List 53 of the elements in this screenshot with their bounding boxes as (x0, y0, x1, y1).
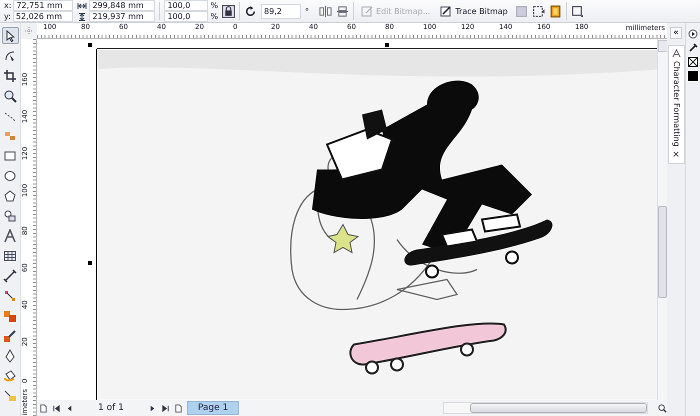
edit-bitmap-icon (361, 5, 374, 17)
first-page-icon[interactable] (52, 404, 61, 412)
bounding-box-icon[interactable] (532, 4, 545, 18)
y-label: y: (4, 12, 11, 21)
docker-tab-label: Character Formatting (671, 61, 682, 147)
scale-y-field[interactable]: 100,0 (164, 11, 208, 22)
selection-handle[interactable] (88, 43, 92, 47)
vertical-scrollbar[interactable] (657, 39, 667, 400)
add-page-icon[interactable] (39, 404, 48, 412)
crop-tool-icon[interactable] (2, 67, 18, 84)
ruler-origin-icon[interactable] (24, 26, 34, 36)
collapse-button[interactable]: « (670, 27, 682, 39)
trace-bitmap-button[interactable]: Trace Bitmap (437, 5, 511, 17)
last-page-icon[interactable] (160, 404, 170, 412)
scroll-thumb[interactable] (470, 403, 648, 413)
selection-handle[interactable] (385, 43, 389, 47)
page-tab[interactable]: Page 1 (186, 401, 240, 415)
page-count-label: 1 of 1 (98, 403, 124, 413)
degree-label: ° (305, 6, 310, 16)
close-icon[interactable]: × (672, 150, 680, 160)
bitmap-frame-icon[interactable] (548, 4, 562, 18)
text-icon (672, 49, 680, 58)
rotation-field[interactable]: 89,2 (261, 4, 302, 18)
trace-bitmap-icon (440, 5, 452, 17)
zoom-icon[interactable] (658, 404, 667, 412)
x-label: x: (4, 1, 12, 10)
width-icon (77, 2, 88, 10)
y-position-field[interactable]: 52,026 mm (12, 11, 73, 22)
text-tool-icon[interactable] (2, 227, 18, 244)
docker-tab[interactable]: Character Formatting × (668, 45, 684, 164)
rotate-icon (244, 4, 258, 18)
height-icon (77, 12, 88, 20)
mirror-vertical-icon[interactable] (336, 4, 350, 18)
next-page-icon[interactable] (148, 404, 157, 412)
color-swatch[interactable] (688, 71, 698, 81)
x-position-field[interactable]: 72,751 mm (13, 0, 74, 11)
width-field[interactable]: 299,848 mm (89, 0, 156, 11)
height-field[interactable]: 219,937 mm (89, 11, 156, 22)
previous-page-icon[interactable] (65, 404, 74, 412)
scale-x-field[interactable]: 100,0 (164, 0, 208, 11)
selection-handle[interactable] (88, 261, 92, 265)
scroll-thumb[interactable] (658, 206, 667, 298)
mirror-horizontal-icon[interactable] (319, 4, 332, 18)
add-page-icon[interactable] (174, 404, 183, 412)
dimension-tool-icon[interactable] (2, 267, 18, 284)
no-color-swatch[interactable] (688, 57, 698, 67)
horizontal-scrollbar[interactable] (443, 402, 648, 414)
lock-ratio-icon[interactable] (222, 4, 236, 18)
percent-label: % (210, 1, 218, 10)
percent-label: % (210, 12, 218, 21)
pointer-tool-icon[interactable] (2, 27, 18, 44)
eyedropper-icon[interactable] (688, 43, 698, 53)
play-icon[interactable] (688, 29, 698, 39)
